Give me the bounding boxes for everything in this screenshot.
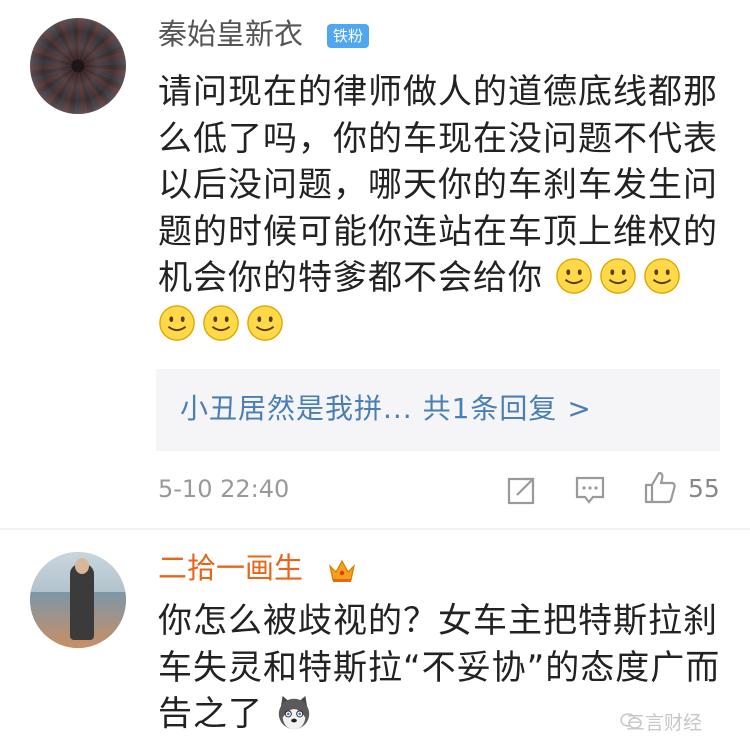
smiley-emoji-icon bbox=[159, 304, 195, 341]
comment-icon[interactable] bbox=[574, 474, 606, 506]
comment-card: 秦始皇新衣 铁粉 请问现在的律师做人的道德底线都那么低了吗，你的车现在没问题不代… bbox=[0, 0, 750, 528]
like-icon[interactable] bbox=[642, 470, 678, 506]
smiley-emoji-icon bbox=[556, 258, 592, 294]
avatar[interactable] bbox=[30, 552, 126, 648]
smiley-emoji-icon bbox=[203, 304, 239, 341]
timestamp: 5-10 22:40 bbox=[158, 475, 290, 503]
watermark: 三言财经 bbox=[626, 712, 703, 734]
fan-badge: 铁粉 bbox=[327, 24, 370, 48]
husky-emoji-icon bbox=[278, 695, 310, 730]
reply-preview[interactable]: 小丑居然是我拼... 共1条回复 > bbox=[156, 369, 720, 451]
username[interactable]: 秦始皇新衣 bbox=[158, 14, 303, 54]
smiley-emoji-icon bbox=[600, 258, 636, 294]
comment-text: 请问现在的律师做人的道德底线都那么低了吗，你的车现在没问题不代表以后没问题，哪天… bbox=[158, 69, 723, 348]
smiley-emoji-icon bbox=[247, 304, 283, 341]
smiley-emoji-icon bbox=[644, 258, 680, 294]
username[interactable]: 二拾一画生 bbox=[158, 548, 303, 588]
like-count: 55 bbox=[688, 474, 720, 503]
avatar[interactable] bbox=[30, 18, 126, 114]
share-icon[interactable] bbox=[506, 474, 538, 506]
crown-icon bbox=[328, 559, 356, 582]
reply-preview-text[interactable]: 小丑居然是我拼... 共1条回复 > bbox=[180, 389, 592, 429]
